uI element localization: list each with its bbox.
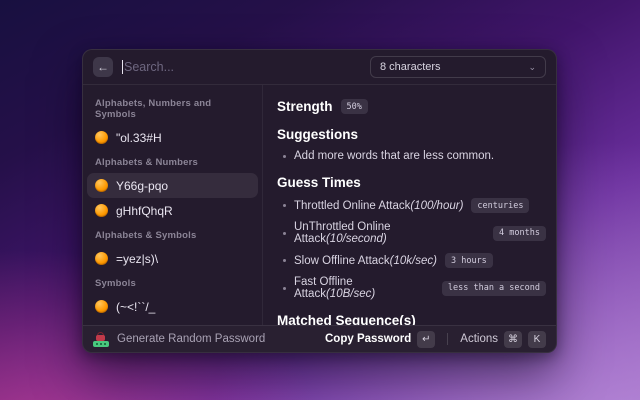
sidebar-item-password[interactable]: gHhfQhqR [87,198,258,223]
guess-time-row: Slow Offline Attack(10k/sec) 3 hours [283,253,546,268]
bullet-dot [283,204,286,207]
guess-time-badge: less than a second [442,281,546,296]
strength-badge: 50% [341,99,368,114]
guess-time-badge: 4 months [493,226,546,241]
topbar: ← 8 characters ⌄ [83,50,556,85]
search-input[interactable] [124,60,361,74]
bullet-dot [283,155,286,158]
attack-rate: (100/hour) [410,200,463,212]
password-text: Y66g-pqo [116,179,168,193]
sidebar-item-password[interactable]: (~<!``/_ [87,294,258,319]
password-generator-icon [93,332,109,347]
guess-time-badge: 3 hours [445,253,493,268]
footer-divider [447,333,448,345]
attack-label: Slow Offline Attack(10k/sec) [294,255,437,267]
attack-rate: (10/second) [326,233,387,245]
matched-sequences-heading: Matched Sequence(s) [277,313,546,325]
attack-rate: (10B/sec) [326,288,375,300]
footer-app-label: Generate Random Password [117,333,265,345]
app-window: ← 8 characters ⌄ Alphabets, Numbers and … [82,49,557,353]
password-dot-icon [95,204,108,217]
suggestion-text: Add more words that are less common. [294,150,494,162]
search-wrap [122,60,361,74]
bullet-dot [283,232,286,235]
sidebar-section-header: Alphabets & Symbols [87,223,258,246]
attack-label: UnThrottled Online Attack(10/second) [294,221,485,245]
dropdown-value: 8 characters [380,61,441,73]
actions-label: Actions [460,333,498,345]
attack-rate: (10k/sec) [390,255,437,267]
sidebar-item-password-selected[interactable]: Y66g-pqo [87,173,258,198]
sidebar: Alphabets, Numbers and Symbols "ol.33#H … [83,85,263,325]
enter-key-icon: ↵ [417,331,435,348]
attack-label: Fast Offline Attack(10B/sec) [294,276,434,300]
password-dot-icon [95,252,108,265]
bullet-dot [283,287,286,290]
password-text: =yez|s)\ [116,252,158,266]
guess-time-row: Fast Offline Attack(10B/sec) less than a… [283,276,546,300]
sidebar-item-password[interactable]: =yez|s)\ [87,246,258,271]
sidebar-section-header: Alphabets, Numbers and Symbols [87,91,258,125]
strength-heading: Strength [277,99,333,114]
copy-password-label: Copy Password [325,333,411,345]
character-count-dropdown[interactable]: 8 characters ⌄ [370,56,546,78]
back-arrow-icon: ← [97,60,109,74]
back-button[interactable]: ← [93,57,113,77]
password-text: (~<!``/_ [116,300,155,314]
sidebar-section-header: Symbols [87,271,258,294]
detail-panel: Strength 50% Suggestions Add more words … [263,85,556,325]
chevron-down-icon: ⌄ [528,62,536,73]
password-dot-icon [95,179,108,192]
command-key-icon: ⌘ [504,331,522,348]
bullet-dot [283,259,286,262]
sidebar-item-password[interactable]: "ol.33#H [87,125,258,150]
suggestions-heading: Suggestions [277,127,546,142]
sidebar-section-header: Alphabets & Numbers [87,150,258,173]
password-dot-icon [95,300,108,313]
footer-bar: Generate Random Password Copy Password ↵… [83,325,556,352]
password-dot-icon [95,131,108,144]
actions-button[interactable]: Actions ⌘ K [460,331,546,348]
attack-label: Throttled Online Attack(100/hour) [294,200,463,212]
guess-time-row: Throttled Online Attack(100/hour) centur… [283,198,546,213]
guess-times-heading: Guess Times [277,175,546,190]
guess-time-row: UnThrottled Online Attack(10/second) 4 m… [283,221,546,245]
k-key-icon: K [528,331,546,348]
password-text: "ol.33#H [116,131,162,145]
password-text: gHhfQhqR [116,204,173,218]
text-caret [122,60,123,74]
guess-time-badge: centuries [471,198,529,213]
copy-password-button[interactable]: Copy Password ↵ [325,331,435,348]
